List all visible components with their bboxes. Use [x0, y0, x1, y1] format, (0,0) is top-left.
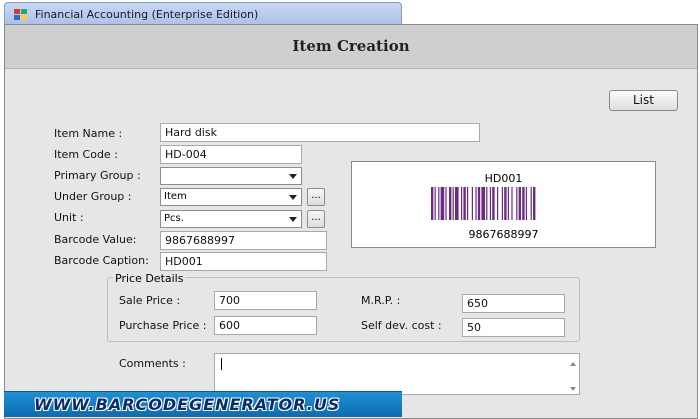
item-code-label: Item Code : [54, 148, 118, 161]
item-code-field[interactable]: HD-004 [160, 145, 302, 164]
unit-browse-button[interactable]: ... [307, 210, 325, 228]
sale-price-field[interactable]: 700 [214, 291, 317, 310]
item-name-field[interactable]: Hard disk [160, 123, 480, 142]
scroll-up-icon[interactable] [570, 362, 576, 366]
price-details-legend: Price Details [113, 272, 186, 285]
form-area: Item Name : Hard disk Item Code : HD-004… [5, 69, 697, 418]
website-banner-text: WWW.BARCODEGENERATOR.US [34, 395, 341, 414]
barcode-preview-value: 9867688997 [468, 228, 539, 241]
under-group-label: Under Group : [54, 190, 132, 203]
unit-value: Pcs. [164, 213, 184, 224]
under-group-dropdown[interactable]: Item [160, 188, 302, 206]
barcode-value-label: Barcode Value: [54, 233, 137, 246]
sale-price-label: Sale Price : [119, 294, 181, 307]
website-banner: WWW.BARCODEGENERATOR.US [4, 391, 402, 417]
barcode-preview: HD001 9867688997 [351, 161, 656, 248]
page-title: Item Creation [292, 37, 410, 55]
unit-label: Unit : [54, 211, 84, 224]
window-title-tab: Financial Accounting (Enterprise Edition… [4, 2, 402, 26]
comments-field[interactable] [214, 353, 580, 395]
item-name-label: Item Name : [54, 127, 123, 140]
barcode-value-field[interactable]: 9867688997 [160, 231, 327, 250]
self-dev-cost-field[interactable]: 50 [462, 318, 565, 337]
barcode-bars [431, 187, 536, 220]
list-button[interactable]: List [609, 90, 678, 111]
chevron-down-icon [289, 174, 297, 179]
primary-group-dropdown[interactable] [160, 167, 302, 185]
self-dev-cost-label: Self dev. cost : [361, 319, 442, 332]
purchase-price-label: Purchase Price : [119, 319, 207, 332]
header-band: Item Creation [5, 25, 697, 69]
under-group-browse-button[interactable]: ... [307, 188, 325, 206]
barcode-preview-caption: HD001 [484, 172, 523, 185]
chevron-down-icon [289, 195, 297, 200]
text-caret [221, 358, 222, 370]
mrp-field[interactable]: 650 [462, 294, 565, 313]
barcode-caption-label: Barcode Caption: [54, 254, 149, 267]
app-icon [14, 9, 27, 20]
mrp-label: M.R.P. : [361, 294, 401, 307]
primary-group-label: Primary Group : [54, 169, 141, 182]
under-group-value: Item [164, 191, 187, 202]
barcode-caption-field[interactable]: HD001 [160, 252, 327, 271]
purchase-price-field[interactable]: 600 [214, 316, 317, 335]
window-title: Financial Accounting (Enterprise Edition… [35, 8, 259, 21]
comments-label: Comments : [119, 357, 186, 370]
unit-dropdown[interactable]: Pcs. [160, 210, 302, 228]
scroll-down-icon[interactable] [570, 387, 576, 391]
chevron-down-icon [289, 217, 297, 222]
item-creation-window: Item Creation Item Name : Hard disk Item… [4, 24, 698, 419]
